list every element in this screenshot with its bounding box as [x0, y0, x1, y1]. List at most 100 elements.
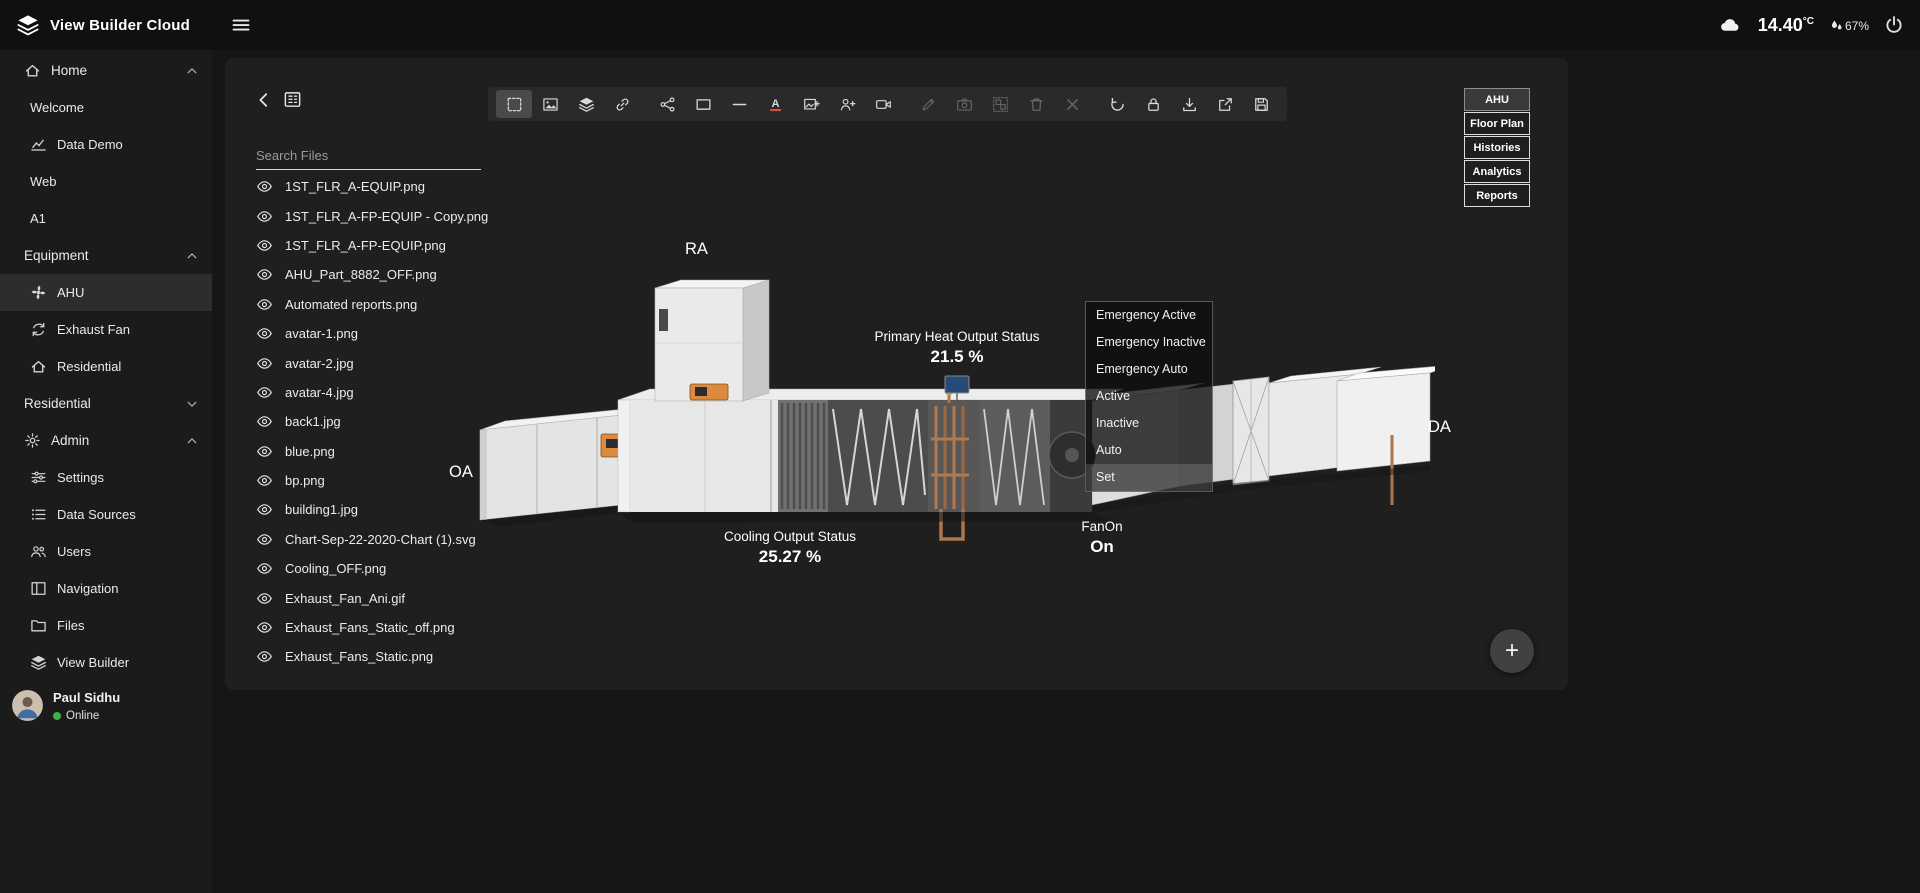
context-menu-item[interactable]: Inactive — [1086, 410, 1212, 437]
sidebar-item-residential-group[interactable]: Residential — [0, 385, 212, 422]
visibility-eye-icon[interactable] — [256, 208, 273, 225]
visibility-eye-icon[interactable] — [256, 531, 273, 548]
sidebar-item-data-demo[interactable]: Data Demo — [0, 126, 212, 163]
menu-toggle-button[interactable] — [231, 15, 251, 35]
file-row[interactable]: AHU_Part_8882_OFF.png — [256, 260, 496, 289]
file-row[interactable]: Exhaust_Fan_Ani.gif — [256, 583, 496, 612]
visibility-eye-icon[interactable] — [256, 413, 273, 430]
video-button[interactable] — [865, 90, 901, 118]
sidebar-item-equipment[interactable]: Equipment — [0, 237, 212, 274]
close-button[interactable] — [1054, 90, 1090, 118]
open-external-button[interactable] — [1207, 90, 1243, 118]
add-button[interactable]: + — [1490, 629, 1534, 673]
sidebar-item-navigation[interactable]: Navigation — [0, 570, 212, 607]
tab-ahu[interactable]: AHU — [1464, 88, 1530, 111]
visibility-eye-icon[interactable] — [256, 560, 273, 577]
visibility-eye-icon[interactable] — [256, 619, 273, 636]
save-button[interactable] — [1243, 90, 1279, 118]
tab-analytics[interactable]: Analytics — [1464, 160, 1530, 183]
image-icon — [542, 96, 559, 113]
visibility-eye-icon[interactable] — [256, 355, 273, 372]
back-button[interactable] — [255, 91, 273, 109]
sidebar-item-a1[interactable]: A1 — [0, 200, 212, 237]
camera-button[interactable] — [946, 90, 982, 118]
file-row[interactable]: Exhaust_Fans_Static_off.png — [256, 613, 496, 642]
file-row[interactable]: avatar-2.jpg — [256, 348, 496, 377]
visibility-eye-icon[interactable] — [256, 325, 273, 342]
download-icon — [1181, 96, 1198, 113]
search-files-input[interactable] — [256, 142, 481, 170]
visibility-eye-icon[interactable] — [256, 266, 273, 283]
sidebar-item-residential[interactable]: Residential — [0, 348, 212, 385]
sidebar-item-view-builder[interactable]: View Builder — [0, 644, 212, 681]
file-row[interactable]: 1ST_FLR_A-FP-EQUIP.png — [256, 231, 496, 260]
file-row[interactable]: Automated reports.png — [256, 290, 496, 319]
tab-histories[interactable]: Histories — [1464, 136, 1530, 159]
user-profile[interactable]: Paul Sidhu Online — [0, 689, 212, 722]
delete-button[interactable] — [1018, 90, 1054, 118]
visibility-eye-icon[interactable] — [256, 237, 273, 254]
sidebar-item-web[interactable]: Web — [0, 163, 212, 200]
share-button[interactable] — [649, 90, 685, 118]
visibility-eye-icon[interactable] — [256, 590, 273, 607]
file-row[interactable]: blue.png — [256, 437, 496, 466]
image-button[interactable] — [532, 90, 568, 118]
context-menu-item[interactable]: Set — [1086, 464, 1212, 491]
visibility-eye-icon[interactable] — [256, 648, 273, 665]
layers-button[interactable] — [568, 90, 604, 118]
file-panel-toggle-button[interactable] — [283, 90, 302, 109]
add-person-button[interactable] — [829, 90, 865, 118]
context-menu-item[interactable]: Emergency Auto — [1086, 356, 1212, 383]
sidebar-item-exhaust-fan[interactable]: Exhaust Fan — [0, 311, 212, 348]
file-row[interactable]: Chart-Sep-22-2020-Chart (1).svg — [256, 525, 496, 554]
sidebar-item-settings[interactable]: Settings — [0, 459, 212, 496]
group-objects-button[interactable] — [982, 90, 1018, 118]
visibility-eye-icon[interactable] — [256, 178, 273, 195]
sidebar-item-data-sources[interactable]: Data Sources — [0, 496, 212, 533]
context-menu-item[interactable]: Active — [1086, 383, 1212, 410]
rectangle-button[interactable] — [685, 90, 721, 118]
sidebar-item-admin[interactable]: Admin — [0, 422, 212, 459]
users-icon — [30, 543, 47, 560]
sidebar-item-users[interactable]: Users — [0, 533, 212, 570]
file-row[interactable]: building1.jpg — [256, 495, 496, 524]
sidebar-item-home[interactable]: Home — [0, 52, 212, 89]
text-color-button[interactable]: A — [757, 90, 793, 118]
visibility-eye-icon[interactable] — [256, 443, 273, 460]
add-image-button[interactable] — [793, 90, 829, 118]
file-row[interactable]: back1.jpg — [256, 407, 496, 436]
select-area-button[interactable] — [496, 90, 532, 118]
context-menu-item[interactable]: Emergency Inactive — [1086, 329, 1212, 356]
tab-floor-plan[interactable]: Floor Plan — [1464, 112, 1530, 135]
refresh-button[interactable] — [1099, 90, 1135, 118]
topbar-status: 14.40°C 67% — [1716, 0, 1904, 50]
line-button[interactable] — [721, 90, 757, 118]
visibility-eye-icon[interactable] — [256, 296, 273, 313]
visibility-eye-icon[interactable] — [256, 501, 273, 518]
visibility-eye-icon[interactable] — [256, 384, 273, 401]
user-avatar — [12, 690, 43, 721]
power-button[interactable] — [1884, 15, 1904, 35]
file-row[interactable]: 1ST_FLR_A-FP-EQUIP - Copy.png — [256, 201, 496, 230]
ahu-unit-image — [475, 243, 1435, 583]
download-button[interactable] — [1171, 90, 1207, 118]
sidebar-item-ahu[interactable]: AHU — [0, 274, 212, 311]
file-row[interactable]: avatar-1.png — [256, 319, 496, 348]
file-row[interactable]: Exhaust_Fans_Static.png — [256, 642, 496, 671]
chevron-up-icon — [185, 64, 199, 78]
visibility-eye-icon[interactable] — [256, 472, 273, 489]
context-menu-item[interactable]: Emergency Active — [1086, 302, 1212, 329]
file-row[interactable]: Cooling_OFF.png — [256, 554, 496, 583]
lock-button[interactable] — [1135, 90, 1171, 118]
sidebar-item-welcome[interactable]: Welcome — [0, 89, 212, 126]
file-row[interactable]: 1ST_FLR_A-EQUIP.png — [256, 172, 496, 201]
context-menu-item[interactable]: Auto — [1086, 437, 1212, 464]
sidebar-item-files[interactable]: Files — [0, 607, 212, 644]
label-return-air: RA — [685, 240, 708, 259]
tab-reports[interactable]: Reports — [1464, 184, 1530, 207]
link-button[interactable] — [604, 90, 640, 118]
app-logo-icon — [16, 13, 40, 37]
metric-fan-status: FanOn On — [1062, 519, 1142, 557]
edit-button[interactable] — [910, 90, 946, 118]
file-row[interactable]: avatar-4.jpg — [256, 378, 496, 407]
